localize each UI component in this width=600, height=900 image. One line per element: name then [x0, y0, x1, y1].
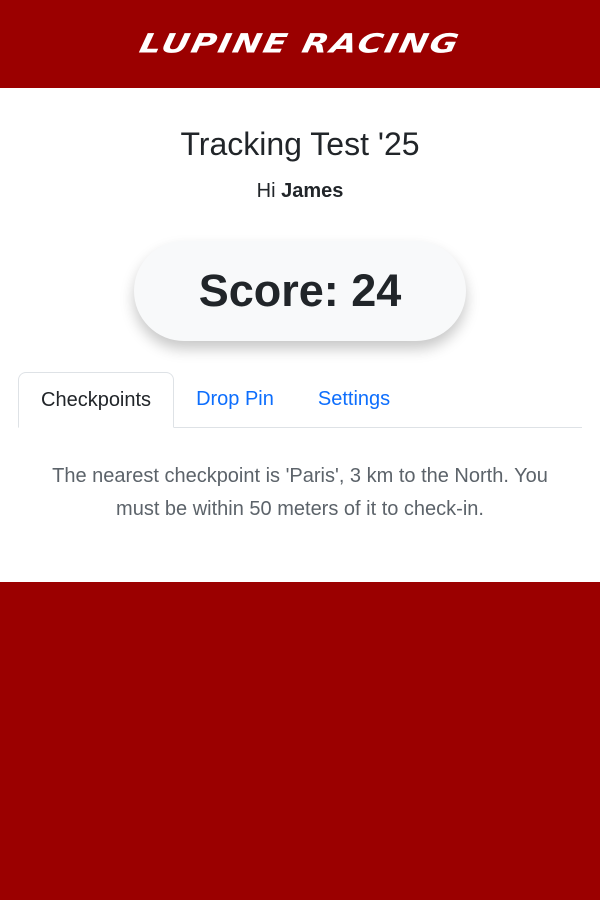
page-footer: [0, 582, 600, 900]
checkpoint-message: The nearest checkpoint is 'Paris', 3 km …: [52, 465, 548, 520]
score-badge: Score: 24: [134, 241, 466, 341]
tab-drop-pin[interactable]: Drop Pin: [174, 372, 296, 427]
tab-settings[interactable]: Settings: [296, 372, 412, 427]
greeting-prefix: Hi: [256, 180, 276, 202]
brand-logo: LUPINE RACING: [136, 28, 464, 60]
user-name: James: [281, 180, 344, 202]
main-card: Tracking Test '25 Hi James Score: 24 Che…: [0, 88, 600, 582]
tab-bar: Checkpoints Drop Pin Settings: [18, 372, 582, 428]
app-header: LUPINE RACING: [0, 0, 600, 88]
tab-checkpoints[interactable]: Checkpoints: [18, 372, 175, 428]
greeting: Hi James: [0, 178, 600, 204]
page-title: Tracking Test '25: [180, 126, 420, 162]
